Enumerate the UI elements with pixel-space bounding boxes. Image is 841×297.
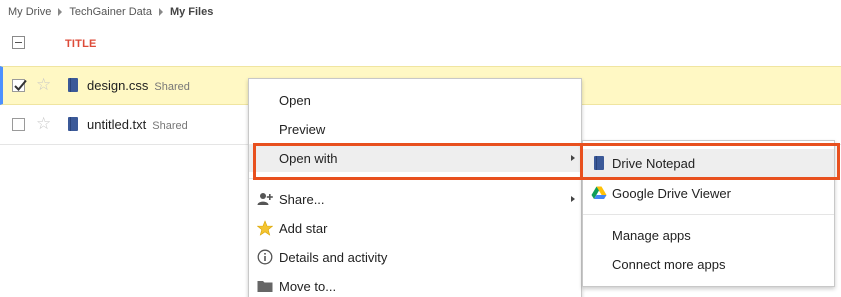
menu-item-label: Share...: [279, 192, 325, 207]
breadcrumb-separator-icon: [58, 8, 63, 16]
highlight-callout-open-with: [253, 143, 584, 180]
menu-item-details[interactable]: Details and activity: [249, 243, 581, 271]
context-menu: Open Preview Open with Share... Add star…: [248, 78, 582, 297]
title-column-header[interactable]: TITLE: [65, 38, 97, 50]
submenu-item-manage-apps[interactable]: Manage apps: [583, 221, 834, 249]
star-icon: [257, 220, 273, 236]
menu-item-label: Open: [279, 93, 311, 108]
submenu-item-label: Connect more apps: [612, 257, 726, 272]
add-person-icon: [257, 193, 273, 205]
document-icon: [68, 117, 78, 131]
google-drive-icon: [591, 186, 607, 199]
file-name[interactable]: design.css Shared: [87, 78, 190, 93]
menu-item-preview[interactable]: Preview: [249, 115, 581, 143]
select-all-checkbox[interactable]: [12, 36, 25, 49]
info-icon: [257, 249, 273, 265]
menu-item-move-to[interactable]: Move to...: [249, 272, 581, 297]
menu-item-label: Move to...: [279, 279, 337, 294]
menu-item-label: Preview: [279, 122, 326, 137]
shared-badge: Shared: [154, 81, 190, 93]
submenu-item-label: Manage apps: [612, 228, 691, 243]
row-checkbox[interactable]: [12, 118, 25, 131]
folder-icon: [257, 281, 273, 292]
checkmark-icon: [14, 79, 27, 91]
submenu-item-google-drive-viewer[interactable]: Google Drive Viewer: [583, 179, 834, 207]
menu-item-open[interactable]: Open: [249, 86, 581, 114]
highlight-callout-drive-notepad: [580, 143, 840, 180]
file-name-text: untitled.txt: [87, 117, 147, 132]
menu-item-label: Details and activity: [279, 250, 388, 265]
shared-badge: Shared: [152, 120, 188, 132]
star-outline-icon[interactable]: ☆: [36, 115, 51, 132]
file-name[interactable]: untitled.txt Shared: [87, 117, 188, 132]
breadcrumb: My Drive TechGainer Data My Files: [8, 5, 213, 19]
row-checkbox-checked[interactable]: [12, 79, 27, 92]
submenu-divider: [583, 214, 834, 215]
menu-item-add-star[interactable]: Add star: [249, 214, 581, 242]
breadcrumb-separator-icon: [158, 8, 163, 16]
file-name-text: design.css: [87, 78, 149, 93]
star-outline-icon[interactable]: ☆: [36, 76, 51, 93]
submenu-arrow-icon: [571, 196, 575, 202]
breadcrumb-my-files: My Files: [169, 6, 214, 18]
breadcrumb-techgainer-data[interactable]: TechGainer Data: [69, 6, 152, 18]
breadcrumb-my-drive[interactable]: My Drive: [8, 6, 51, 18]
submenu-item-connect-more-apps[interactable]: Connect more apps: [583, 250, 834, 278]
submenu-item-label: Google Drive Viewer: [612, 186, 731, 201]
menu-item-label: Add star: [279, 221, 328, 236]
file-list-header: TITLE: [0, 28, 841, 58]
menu-item-share[interactable]: Share...: [249, 185, 581, 213]
document-icon: [68, 78, 78, 92]
